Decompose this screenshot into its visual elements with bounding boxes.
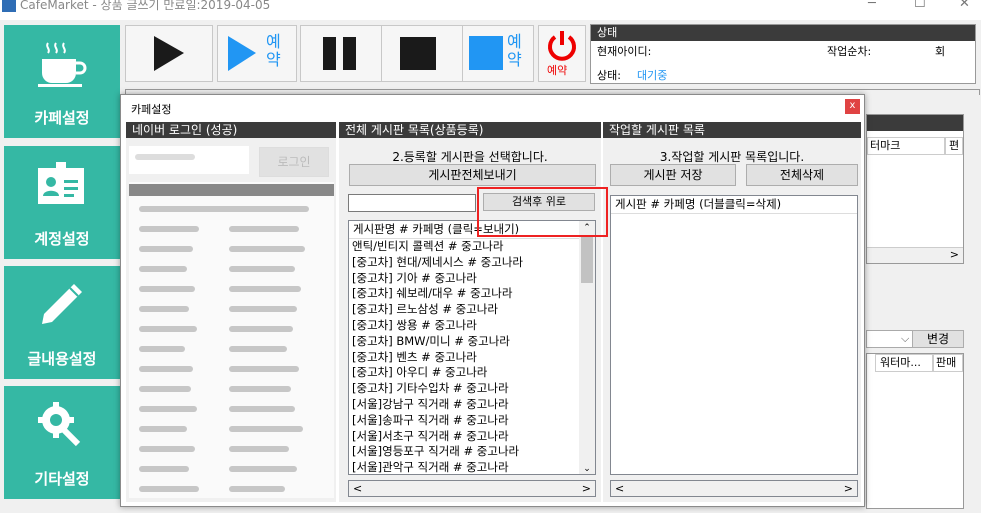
power-label: 예약	[547, 64, 568, 77]
reserve-label: 예 약	[266, 32, 281, 69]
reserve-label: 예 약	[507, 32, 522, 69]
state-value: 대기중	[637, 69, 668, 82]
window-titlebar: CafeMarket - 상품 글쓰기 만료일:2019-04-05 ─ ☐ ✕	[0, 0, 981, 20]
list-item[interactable]: 앤틱/빈티지 콜렉션 # 중고나라	[349, 239, 595, 255]
column-header: 판매	[933, 354, 963, 372]
maximize-icon[interactable]: ☐	[914, 0, 926, 11]
scroll-down-icon[interactable]: ⌄	[579, 464, 595, 474]
power-icon	[548, 31, 576, 61]
sidebar-item-other-settings[interactable]: 기타설정	[4, 386, 120, 499]
scroll-right-icon[interactable]: >	[844, 482, 853, 495]
column-header: 편	[945, 137, 963, 155]
list-item[interactable]: [중고차] 쌍용 # 중고나라	[349, 318, 595, 334]
reserve-stop-icon	[469, 36, 503, 70]
sidebar-item-account-settings[interactable]: 계정설정	[4, 146, 120, 259]
list-header: 게시판 # 카페명 (더블클릭=삭제)	[611, 196, 857, 214]
pause-icon	[323, 37, 356, 70]
play-button[interactable]	[125, 25, 213, 82]
scroll-left-icon[interactable]: <	[353, 482, 362, 495]
list-item[interactable]: [중고차] 르노삼성 # 중고나라	[349, 302, 595, 318]
background-grid: 터마크 편 >	[866, 114, 964, 264]
list-header: 게시판명 # 카페명 (클릭=보내기)	[349, 221, 595, 239]
list-item[interactable]: [중고차] 벤츠 # 중고나라	[349, 350, 595, 366]
change-button[interactable]: 변경	[912, 330, 964, 348]
stop-icon	[400, 37, 436, 70]
id-card-icon	[38, 162, 84, 204]
state-label: 상태:	[597, 69, 621, 82]
sidebar-item-label: 계정설정	[34, 230, 90, 248]
column-header: 워터마...	[875, 354, 933, 372]
background-list: 워터마... 판매	[866, 353, 964, 509]
pencil-icon	[42, 284, 82, 324]
horizontal-scrollbar[interactable]: < >	[610, 480, 858, 497]
list-item[interactable]: [중고차] 기아 # 중고나라	[349, 271, 595, 287]
app-icon	[2, 0, 16, 12]
target-header: 작업할 게시판 목록	[603, 122, 861, 138]
sidebar-item-label: 글내용설정	[27, 350, 97, 368]
pause-button[interactable]	[300, 25, 388, 82]
list-item[interactable]: [중고차] 아우디 # 중고나라	[349, 365, 595, 381]
list-item[interactable]: [중고차] 현대/제네시스 # 중고나라	[349, 255, 595, 271]
coffee-cup-icon	[38, 42, 87, 87]
search-input[interactable]	[348, 194, 476, 212]
stop-button[interactable]	[381, 25, 469, 82]
sidebar-item-label: 카페설정	[34, 109, 90, 127]
close-icon[interactable]: x	[845, 99, 860, 114]
order-label: 작업순차:	[827, 45, 872, 58]
login-button[interactable]: 로그인	[259, 147, 329, 177]
scroll-up-icon[interactable]: ⌃	[579, 221, 595, 235]
list-item[interactable]: [서울]송파구 직거래 # 중고나라	[349, 413, 595, 429]
power-reserve-button[interactable]: 예약	[538, 25, 586, 82]
boards-instruction: 2.등록할 게시판을 선택합니다.	[392, 150, 548, 164]
cafe-settings-dialog: 카페설정 x 네이버 로그인 (성공) 로그인 전체 게시판 목록(상품등록)	[120, 94, 865, 507]
account-list[interactable]	[129, 182, 334, 498]
list-item[interactable]: [서울]강남구 직거래 # 중고나라	[349, 397, 595, 413]
column-header: 터마크	[867, 137, 945, 155]
play-icon	[154, 36, 184, 71]
horizontal-scrollbar[interactable]: < >	[348, 480, 596, 497]
reserve-stop-button[interactable]: 예 약	[462, 25, 534, 82]
list-item[interactable]: [서울]영등포구 직거래 # 중고나라	[349, 444, 595, 460]
chevron-down-icon: ⌵	[901, 332, 910, 345]
list-item[interactable]: [중고차] BMW/미니 # 중고나라	[349, 334, 595, 350]
minimize-icon[interactable]: ─	[868, 0, 876, 11]
target-boards-panel: 작업할 게시판 목록 3.작업할 게시판 목록입니다. 게시판 저장 전체삭제 …	[603, 122, 861, 502]
delete-all-button[interactable]: 전체삭제	[746, 164, 858, 186]
list-item[interactable]: [서울]관악구 직거래 # 중고나라	[349, 460, 595, 474]
target-boards-list[interactable]: 게시판 # 카페명 (더블클릭=삭제)	[610, 195, 858, 475]
login-panel: 네이버 로그인 (성공) 로그인	[126, 122, 336, 502]
window-title: CafeMarket - 상품 글쓰기 만료일:2019-04-05	[20, 0, 271, 12]
login-header: 네이버 로그인 (성공)	[126, 122, 336, 138]
vertical-scrollbar[interactable]: ⌃ ⌄	[579, 221, 595, 474]
list-item[interactable]: [서울]서초구 직거래 # 중고나라	[349, 429, 595, 445]
status-header: 상태	[591, 25, 975, 41]
list-item[interactable]: [중고차] 쉐보레/대우 # 중고나라	[349, 286, 595, 302]
sidebar-item-cafe-settings[interactable]: 카페설정	[4, 25, 120, 138]
reserve-play-icon	[228, 36, 256, 71]
scroll-right-icon[interactable]: >	[582, 482, 591, 495]
sidebar-item-content-settings[interactable]: 글내용설정	[4, 266, 120, 379]
wrench-gear-icon	[38, 402, 81, 447]
current-id-label: 현재아이디:	[597, 45, 652, 58]
list-item[interactable]: [중고차] 기타수입차 # 중고나라	[349, 381, 595, 397]
login-id-field[interactable]	[129, 146, 249, 174]
send-all-boards-button[interactable]: 게시판전체보내기	[349, 164, 596, 186]
sidebar-item-label: 기타설정	[34, 470, 90, 488]
times-label: 회	[935, 45, 946, 58]
save-boards-button[interactable]: 게시판 저장	[610, 164, 736, 186]
search-move-up-button[interactable]: 검색후 위로	[483, 193, 595, 211]
dialog-title: 카페설정	[131, 103, 172, 116]
all-boards-list[interactable]: 게시판명 # 카페명 (클릭=보내기) 앤틱/빈티지 콜렉션 # 중고나라 [중…	[348, 220, 596, 475]
all-boards-panel: 전체 게시판 목록(상품등록) 2.등록할 게시판을 선택합니다. 게시판전체보…	[339, 122, 601, 502]
scroll-right-icon[interactable]: >	[867, 247, 963, 263]
status-panel: 상태 현재아이디: 작업순차: 회 상태: 대기중	[590, 24, 976, 84]
scroll-thumb[interactable]	[581, 237, 593, 283]
reserve-play-button[interactable]: 예 약	[217, 25, 297, 82]
target-instruction: 3.작업할 게시판 목록입니다.	[659, 150, 805, 164]
scroll-left-icon[interactable]: <	[615, 482, 624, 495]
close-window-icon[interactable]: ✕	[959, 0, 970, 11]
boards-header: 전체 게시판 목록(상품등록)	[339, 122, 601, 138]
